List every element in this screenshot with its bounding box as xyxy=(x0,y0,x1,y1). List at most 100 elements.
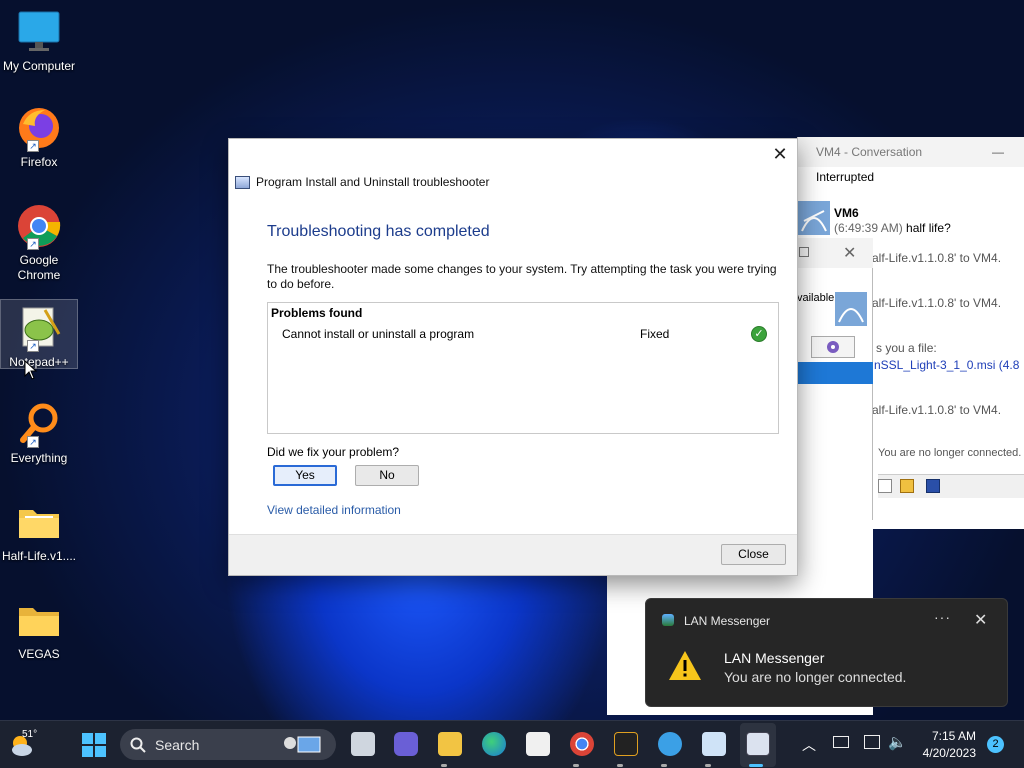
settings-button[interactable] xyxy=(811,336,855,358)
file-link[interactable]: nSSL_Light-3_1_0.msi (4.8 xyxy=(874,358,1024,372)
monitor-icon xyxy=(15,8,63,56)
taskbar: 51° Search ︿ 🔈 7:15 AM 4/20/2023 2 xyxy=(0,720,1024,768)
maximize-icon[interactable] xyxy=(799,247,809,257)
keyboard-icon[interactable] xyxy=(833,736,849,748)
desktop-icon-notepadpp[interactable]: ↗ Notepad++ xyxy=(0,299,78,369)
desktop-icon-half-life[interactable]: Half-Life.v1.... xyxy=(0,498,78,563)
description-text: The troubleshooter made some changes to … xyxy=(267,262,777,291)
desktop-icon-label: VEGAS xyxy=(18,647,60,661)
weather-widget[interactable]: 51° xyxy=(8,729,38,759)
close-icon[interactable]: ✕ xyxy=(769,143,791,165)
no-button[interactable]: No xyxy=(355,465,419,486)
shortcut-arrow-icon: ↗ xyxy=(27,140,39,152)
desktop-icon-vegas[interactable]: VEGAS xyxy=(0,596,78,661)
desktop-icon-label: Half-Life.v1.... xyxy=(1,549,77,563)
page-title: Troubleshooting has completed xyxy=(267,223,490,240)
minimize-button[interactable]: — xyxy=(992,137,1004,167)
task-view-icon[interactable] xyxy=(351,732,375,756)
checkmark-icon: ✓ xyxy=(751,326,767,342)
avatar xyxy=(835,292,867,326)
shortcut-arrow-icon: ↗ xyxy=(27,238,39,250)
desktop-icon-label: Firefox xyxy=(20,155,58,169)
save-icon[interactable] xyxy=(926,479,940,493)
lan-messenger-app-icon xyxy=(662,614,674,626)
feedback-question: Did we fix your problem? xyxy=(267,445,400,459)
running-indicator xyxy=(661,764,667,767)
running-indicator xyxy=(617,764,623,767)
meet-chat-icon[interactable] xyxy=(394,732,418,756)
shortcut-arrow-icon: ↗ xyxy=(27,436,39,448)
desktop-icon-chrome[interactable]: ↗ Google Chrome xyxy=(0,202,78,283)
close-icon[interactable]: ✕ xyxy=(974,610,987,630)
close-button[interactable]: Close xyxy=(721,544,786,565)
running-indicator xyxy=(573,764,579,767)
firefox-icon: ↗ xyxy=(15,104,63,152)
folder-icon xyxy=(15,596,63,644)
selected-user-row[interactable] xyxy=(797,362,873,384)
weather-temperature: 51° xyxy=(22,729,38,740)
gear-icon xyxy=(827,341,839,353)
close-icon[interactable]: ✕ xyxy=(843,243,856,263)
notepadpp-icon: ↗ xyxy=(15,304,63,352)
desktop-icon-label: Notepad++ xyxy=(9,355,69,369)
desktop-icon-firefox[interactable]: ↗ Firefox xyxy=(0,104,78,169)
log-line: alf-Life.v1.1.0.8' to VM4. xyxy=(872,296,1002,310)
file-explorer-icon[interactable] xyxy=(438,732,462,756)
mouse-cursor-icon xyxy=(24,360,38,380)
chrome-icon[interactable] xyxy=(570,732,594,756)
message-text: half life? xyxy=(906,221,951,235)
running-indicator-active xyxy=(749,764,763,767)
chevron-up-icon[interactable]: ︿ xyxy=(802,735,816,755)
yes-button[interactable]: Yes xyxy=(273,465,337,486)
message-line: (6:49:39 AM) half life? xyxy=(834,221,951,235)
desktop-icon-my-computer[interactable]: My Computer xyxy=(0,8,78,73)
active-app-highlight xyxy=(740,723,776,767)
microsoft-store-icon[interactable] xyxy=(526,732,550,756)
connection-status: Interrupted xyxy=(816,170,875,184)
conversation-title: VM4 - Conversation — xyxy=(798,137,1024,167)
everything-search-icon: ↗ xyxy=(15,400,63,448)
problem-name[interactable]: Cannot install or uninstall a program xyxy=(282,327,474,341)
windows-start-icon[interactable] xyxy=(82,733,106,757)
conversation-toolbar xyxy=(878,474,1024,498)
running-indicator xyxy=(705,764,711,767)
folder-icon xyxy=(15,498,63,546)
log-line: alf-Life.v1.1.0.8' to VM4. xyxy=(872,251,1002,265)
tor-app-icon[interactable] xyxy=(614,732,638,756)
desktop-icon-label: Google Chrome xyxy=(17,253,61,282)
avatar xyxy=(798,201,830,235)
clock-date[interactable]: 4/20/2023 xyxy=(914,746,976,760)
desktop-icon-label: Everything xyxy=(10,451,68,465)
network-icon[interactable] xyxy=(864,735,880,749)
folder-icon[interactable] xyxy=(900,479,914,493)
volume-icon[interactable]: 🔈 xyxy=(888,733,907,751)
message-time: (6:49:39 AM) xyxy=(834,221,903,235)
chrome-icon: ↗ xyxy=(15,202,63,250)
notification-badge[interactable]: 2 xyxy=(987,736,1004,753)
problems-panel: Problems found Cannot install or uninsta… xyxy=(267,302,779,434)
toast-notification[interactable]: LAN Messenger ··· ✕ LAN Messenger You ar… xyxy=(645,598,1008,707)
lan-messenger-icon[interactable] xyxy=(658,732,682,756)
troubleshooter-dialog[interactable]: ✕ Program Install and Uninstall troubles… xyxy=(228,138,798,576)
warning-icon xyxy=(669,651,701,680)
log-line: You are no longer connected. xyxy=(878,447,1022,459)
attach-icon[interactable] xyxy=(878,479,892,493)
search-label: Search xyxy=(155,737,200,753)
clock-time[interactable]: 7:15 AM xyxy=(914,729,976,743)
toast-title: LAN Messenger xyxy=(724,650,825,666)
messenger-titlebar: ✕ xyxy=(797,238,873,268)
search-box[interactable]: Search xyxy=(120,729,336,760)
view-details-link[interactable]: View detailed information xyxy=(267,503,401,517)
search-highlight-icon xyxy=(284,736,321,753)
message-sender: VM6 xyxy=(834,206,859,220)
desktop-icon-label: My Computer xyxy=(2,59,76,73)
search-icon xyxy=(130,737,146,753)
edge-browser-icon[interactable] xyxy=(482,732,506,756)
problem-status: Fixed xyxy=(640,327,670,341)
dialog-footer: Close xyxy=(229,534,797,575)
desktop-icon-everything[interactable]: ↗ Everything xyxy=(0,400,78,465)
troubleshooter-app-icon xyxy=(235,175,250,189)
resource-monitor-icon[interactable] xyxy=(702,732,726,756)
log-line: s you a file: xyxy=(876,341,937,355)
more-options-icon[interactable]: ··· xyxy=(934,609,951,625)
